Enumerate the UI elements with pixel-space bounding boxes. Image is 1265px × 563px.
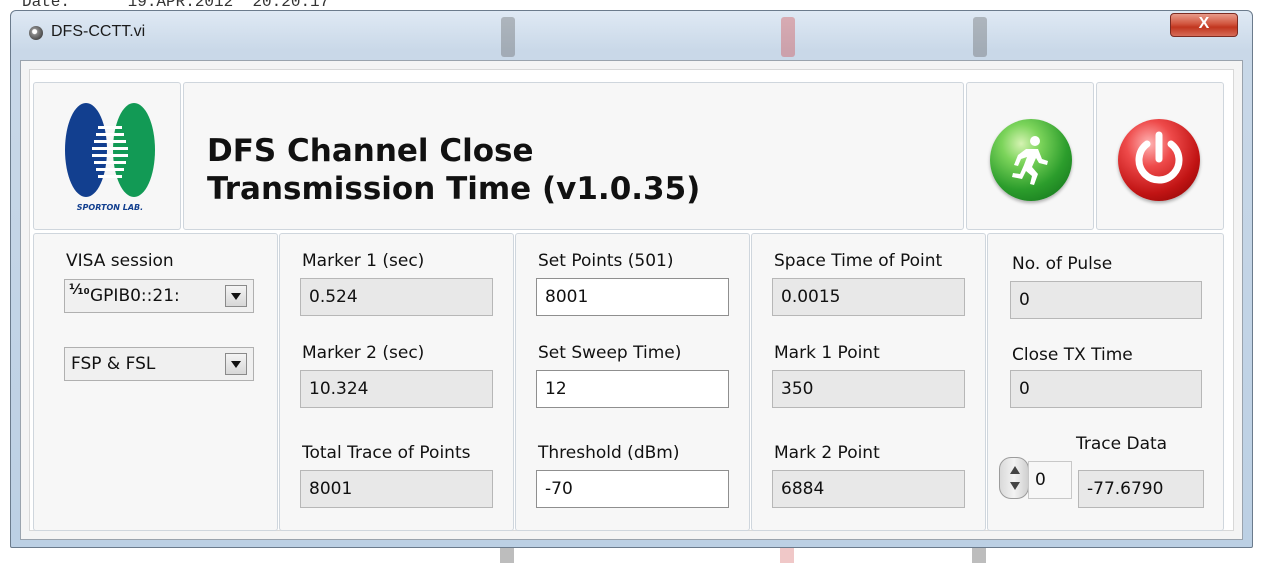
mark2-point-label: Mark 2 Point — [774, 443, 880, 463]
trace-index-input[interactable]: 0 — [1028, 461, 1072, 499]
trace-data-label: Trace Data — [1076, 434, 1168, 454]
marker2-label: Marker 2 (sec) — [302, 343, 425, 363]
trace-index-stepper[interactable] — [999, 457, 1029, 499]
total-points-indicator: 8001 — [300, 470, 493, 508]
pulse-count-label: No. of Pulse — [1012, 254, 1113, 274]
space-time-label: Space Time of Point — [774, 251, 943, 271]
title-bar-reflection — [781, 17, 795, 57]
instrument-value: FSP & FSL — [71, 354, 156, 374]
background-bottom — [0, 548, 1265, 563]
increment-arrow-icon[interactable] — [1010, 466, 1020, 474]
background-tick — [972, 548, 986, 563]
chevron-down-icon[interactable] — [225, 353, 247, 375]
io-icon: ⅒ — [69, 282, 90, 298]
set-points-label: Set Points (501) — [538, 251, 674, 271]
run-button[interactable] — [990, 119, 1072, 201]
threshold-label: Threshold (dBm) — [538, 443, 680, 463]
visa-session-value: GPIB0::21: — [90, 286, 180, 306]
running-man-icon — [1012, 136, 1048, 185]
sweep-time-label: Set Sweep Time) — [538, 343, 682, 363]
decrement-arrow-icon[interactable] — [1010, 482, 1020, 490]
visa-panel — [33, 233, 278, 531]
threshold-input[interactable]: -70 — [536, 470, 729, 508]
marker1-label: Marker 1 (sec) — [302, 251, 425, 271]
app-title-line2: Transmission Time (v1.0.35) — [207, 171, 701, 207]
title-bar-reflection — [973, 17, 987, 57]
background-tick — [500, 548, 514, 563]
total-points-label: Total Trace of Points — [302, 443, 471, 463]
mark2-point-indicator: 6884 — [772, 470, 965, 508]
power-icon — [1135, 131, 1183, 184]
stop-button[interactable] — [1118, 119, 1200, 201]
visa-session-label: VISA session — [66, 251, 174, 271]
mark1-point-indicator: 350 — [772, 370, 965, 408]
sporton-logo: SPORTON LAB. — [65, 103, 155, 212]
chevron-down-icon[interactable] — [225, 285, 247, 307]
marker2-indicator: 10.324 — [300, 370, 493, 408]
background-tick — [780, 548, 794, 563]
window-title: DFS-CCTT.vi — [51, 23, 146, 40]
sweep-time-input[interactable]: 12 — [536, 370, 729, 408]
close-tx-label: Close TX Time — [1012, 345, 1133, 365]
close-button[interactable]: X — [1170, 13, 1238, 37]
mark1-point-label: Mark 1 Point — [774, 343, 880, 363]
app-title: DFS Channel Close Transmission Time (v1.… — [207, 132, 700, 208]
labview-app-icon — [29, 26, 43, 40]
logo-text: SPORTON LAB. — [77, 203, 143, 212]
space-time-indicator: 0.0015 — [772, 278, 965, 316]
close-icon: X — [1198, 15, 1210, 32]
set-points-input[interactable]: 8001 — [536, 278, 729, 316]
title-bar[interactable]: DFS-CCTT.vi X — [11, 11, 1252, 59]
visa-session-select[interactable]: ⅒ GPIB0::21: — [64, 279, 254, 313]
app-title-line1: DFS Channel Close — [207, 133, 534, 169]
pulse-count-indicator: 0 — [1010, 281, 1202, 319]
trace-data-indicator: -77.6790 — [1078, 470, 1204, 508]
instrument-select[interactable]: FSP & FSL — [64, 347, 254, 381]
title-bar-reflection — [501, 17, 515, 57]
close-tx-indicator: 0 — [1010, 370, 1202, 408]
marker1-indicator: 0.524 — [300, 278, 493, 316]
